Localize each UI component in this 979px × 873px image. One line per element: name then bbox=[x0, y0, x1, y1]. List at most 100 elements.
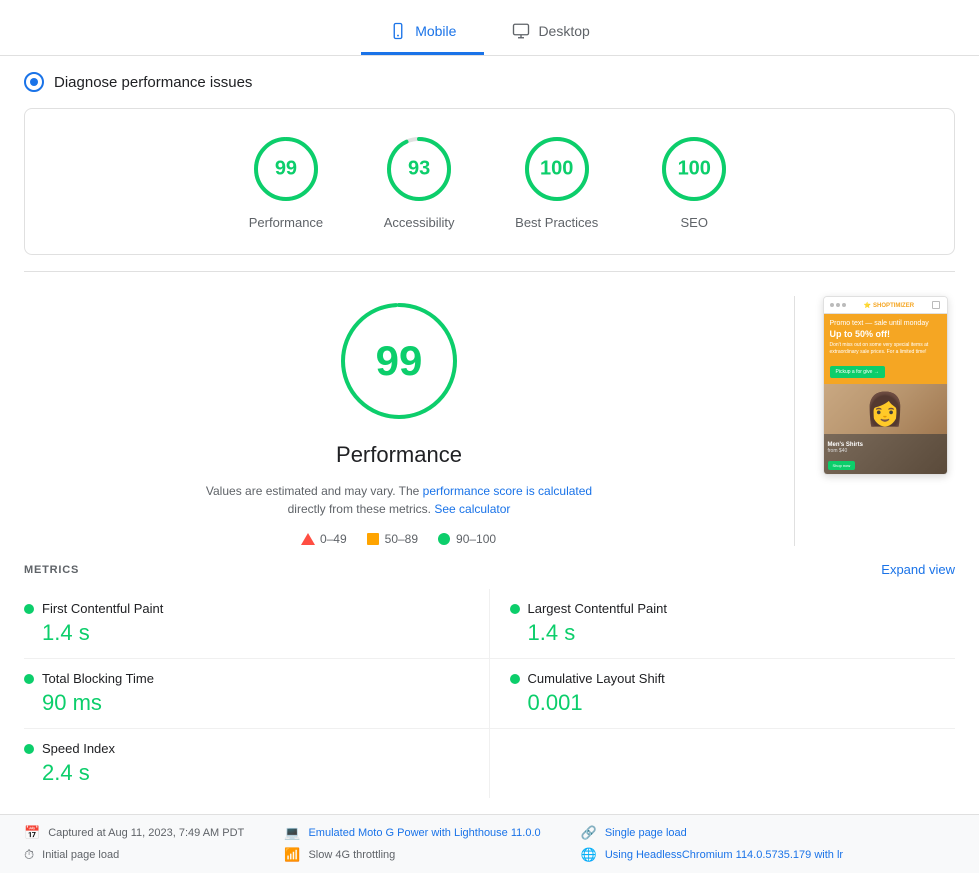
metric-lcp-dot bbox=[510, 604, 520, 614]
score-performance: 99 Performance bbox=[249, 133, 323, 230]
page-icon: 🔗 bbox=[581, 825, 597, 841]
legend-medium: 50–89 bbox=[367, 532, 418, 546]
calendar-icon: 📅 bbox=[24, 825, 40, 841]
tab-bar: Mobile Desktop bbox=[0, 0, 979, 56]
screenshot-img2: Men's Shirts from $40 Shop now bbox=[824, 434, 947, 474]
main-content: 99 Performance Values are estimated and … bbox=[0, 272, 979, 562]
scores-row: 99 Performance 93 Accessibility bbox=[49, 133, 930, 230]
legend-triangle-icon bbox=[302, 533, 314, 545]
diagnose-icon-inner bbox=[30, 78, 38, 86]
score-label-accessibility: Accessibility bbox=[384, 215, 455, 230]
screenshot-logo: ⭐ SHOPTIMIZER bbox=[864, 302, 914, 309]
metrics-title: METRICS bbox=[24, 564, 79, 576]
legend-high-range: 90–100 bbox=[456, 532, 496, 546]
metric-fcp-label-row: First Contentful Paint bbox=[24, 601, 469, 616]
screenshot-banner: Promo text — sale until monday Up to 50%… bbox=[824, 314, 947, 384]
score-value-performance: 99 bbox=[275, 158, 297, 181]
metric-si-label: Speed Index bbox=[42, 741, 115, 756]
screenshot-dots bbox=[830, 303, 846, 307]
screenshot-header-sq bbox=[932, 301, 940, 309]
metric-lcp-value: 1.4 s bbox=[510, 620, 956, 646]
tab-desktop-label: Desktop bbox=[538, 23, 589, 39]
score-circle-accessibility: 93 bbox=[383, 133, 455, 205]
footer-single-page: 🔗 Single page load bbox=[581, 825, 843, 841]
diagnose-title: Diagnose performance issues bbox=[54, 74, 252, 91]
metric-si-label-row: Speed Index bbox=[24, 741, 469, 756]
metric-tbt: Total Blocking Time 90 ms bbox=[24, 659, 490, 729]
big-score-number: 99 bbox=[376, 337, 423, 385]
metric-tbt-value: 90 ms bbox=[24, 690, 469, 716]
screenshot-img2-btn: Shop now bbox=[828, 461, 856, 470]
legend-high: 90–100 bbox=[438, 532, 496, 546]
footer-col-3: 🔗 Single page load 🌐 Using HeadlessChrom… bbox=[581, 825, 843, 863]
metric-lcp-label: Largest Contentful Paint bbox=[528, 601, 667, 616]
footer-captured-text: Captured at Aug 11, 2023, 7:49 AM PDT bbox=[48, 827, 244, 839]
legend-medium-range: 50–89 bbox=[385, 532, 418, 546]
score-accessibility: 93 Accessibility bbox=[383, 133, 455, 230]
diagnose-section: Diagnose performance issues bbox=[0, 56, 979, 108]
performance-score-link[interactable]: performance score is calculated bbox=[423, 484, 592, 498]
screenshot-banner-sub: Don't miss out on some very special item… bbox=[830, 342, 941, 355]
metric-tbt-label: Total Blocking Time bbox=[42, 671, 154, 686]
footer-browser-link[interactable]: Using HeadlessChromium 114.0.5735.179 wi… bbox=[605, 849, 843, 861]
metric-fcp-label: First Contentful Paint bbox=[42, 601, 163, 616]
score-label-best-practices: Best Practices bbox=[515, 215, 598, 230]
tab-desktop[interactable]: Desktop bbox=[484, 12, 617, 55]
footer-initial-load: ⏱ Initial page load bbox=[24, 847, 244, 863]
wifi-icon: 📶 bbox=[284, 847, 300, 863]
metric-cls-label: Cumulative Layout Shift bbox=[528, 671, 665, 686]
metric-cls-label-row: Cumulative Layout Shift bbox=[510, 671, 956, 686]
screenshot-promo-strip: Promo text — sale until monday bbox=[830, 320, 941, 327]
diagnose-icon bbox=[24, 72, 44, 92]
legend: 0–49 50–89 90–100 bbox=[302, 532, 496, 546]
score-value-best-practices: 100 bbox=[540, 158, 573, 181]
metric-tbt-label-row: Total Blocking Time bbox=[24, 671, 469, 686]
score-value-accessibility: 93 bbox=[408, 158, 430, 181]
score-note-text: Values are estimated and may vary. The bbox=[206, 484, 423, 498]
score-circle-best-practices: 100 bbox=[521, 133, 593, 205]
score-note-mid: directly from these metrics. bbox=[288, 502, 435, 516]
metric-tbt-dot bbox=[24, 674, 34, 684]
metric-cls-dot bbox=[510, 674, 520, 684]
big-score-label: Performance bbox=[336, 442, 462, 468]
screenshot-banner-title: Up to 50% off! bbox=[830, 329, 941, 339]
footer: 📅 Captured at Aug 11, 2023, 7:49 AM PDT … bbox=[0, 814, 979, 873]
footer-emulated: 💻 Emulated Moto G Power with Lighthouse … bbox=[284, 825, 540, 841]
screenshot-cta-btn: Pickup a for give → bbox=[830, 366, 885, 378]
score-label-performance: Performance bbox=[249, 215, 323, 230]
legend-square-icon bbox=[367, 533, 379, 545]
clock-icon: ⏱ bbox=[24, 847, 34, 863]
screenshot-img1: 👩 bbox=[824, 384, 947, 434]
mobile-icon bbox=[389, 22, 407, 40]
big-score-circle: 99 bbox=[334, 296, 464, 426]
screenshot-person-icon: 👩 bbox=[865, 390, 905, 428]
metric-si: Speed Index 2.4 s bbox=[24, 729, 490, 798]
footer-initial-text: Initial page load bbox=[42, 849, 119, 861]
footer-throttling: 📶 Slow 4G throttling bbox=[284, 847, 540, 863]
browser-icon: 🌐 bbox=[581, 847, 597, 863]
legend-circle-icon bbox=[438, 533, 450, 545]
legend-low-range: 0–49 bbox=[320, 532, 347, 546]
footer-captured: 📅 Captured at Aug 11, 2023, 7:49 AM PDT bbox=[24, 825, 244, 841]
footer-browser: 🌐 Using HeadlessChromium 114.0.5735.179 … bbox=[581, 847, 843, 863]
score-best-practices: 100 Best Practices bbox=[515, 133, 598, 230]
vertical-divider bbox=[794, 296, 795, 546]
footer-single-page-link[interactable]: Single page load bbox=[605, 827, 687, 839]
score-circle-seo: 100 bbox=[658, 133, 730, 205]
metrics-section: METRICS Expand view First Contentful Pai… bbox=[0, 562, 979, 814]
metric-si-value: 2.4 s bbox=[24, 760, 469, 786]
score-seo: 100 SEO bbox=[658, 133, 730, 230]
calculator-link[interactable]: See calculator bbox=[434, 502, 510, 516]
metric-lcp: Largest Contentful Paint 1.4 s bbox=[490, 589, 956, 659]
score-label-seo: SEO bbox=[681, 215, 708, 230]
footer-col-1: 📅 Captured at Aug 11, 2023, 7:49 AM PDT … bbox=[24, 825, 244, 863]
scores-card: 99 Performance 93 Accessibility bbox=[24, 108, 955, 255]
metric-lcp-label-row: Largest Contentful Paint bbox=[510, 601, 956, 616]
tab-mobile[interactable]: Mobile bbox=[361, 12, 484, 55]
footer-col-2: 💻 Emulated Moto G Power with Lighthouse … bbox=[284, 825, 540, 863]
score-circle-performance: 99 bbox=[250, 133, 322, 205]
metric-fcp-dot bbox=[24, 604, 34, 614]
expand-view-link[interactable]: Expand view bbox=[881, 562, 955, 577]
footer-emulated-link[interactable]: Emulated Moto G Power with Lighthouse 11… bbox=[308, 827, 540, 839]
metrics-header: METRICS Expand view bbox=[24, 562, 955, 577]
